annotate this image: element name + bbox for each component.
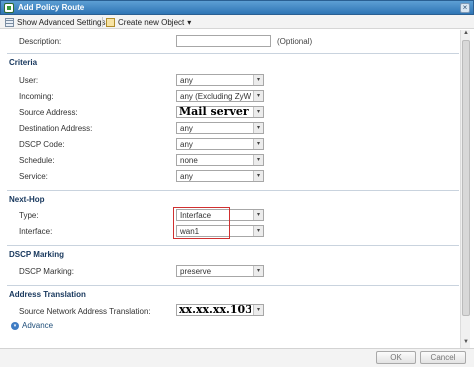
toolbar-divider (102, 17, 103, 27)
chevron-down-icon: ▾ (187, 17, 192, 27)
scroll-up-icon[interactable]: ▲ (461, 30, 471, 39)
service-label: Service: (19, 172, 48, 181)
user-value: any (180, 76, 193, 85)
dscp-code-select[interactable]: any ▾ (176, 138, 264, 150)
schedule-select[interactable]: none ▾ (176, 154, 264, 166)
chevron-down-icon: ▾ (253, 91, 263, 101)
dscp-marking-divider (7, 245, 459, 246)
advance-label: Advance (22, 321, 54, 330)
snat-label: Source Network Address Translation: (19, 307, 151, 316)
show-advanced-settings-label: Show Advanced Settings (17, 17, 106, 27)
create-new-object-label: Create new Object (118, 17, 185, 27)
expand-icon: ▾ (11, 321, 19, 330)
dscp-marking-select[interactable]: preserve ▾ (176, 265, 264, 277)
chevron-down-icon: ▾ (253, 266, 263, 276)
chevron-down-icon: ▾ (253, 139, 263, 149)
user-label: User: (19, 76, 39, 85)
dscp-marking-section-title: DSCP Marking (9, 250, 64, 259)
settings-list-icon (5, 17, 14, 27)
next-hop-section-title: Next-Hop (9, 195, 45, 204)
dscp-code-label: DSCP Code: (19, 140, 65, 149)
incoming-label: Incoming: (19, 92, 54, 101)
create-new-object-button[interactable]: Create new Object ▾ (106, 16, 191, 28)
window-title: Add Policy Route (18, 3, 85, 12)
description-hint: (Optional) (277, 37, 313, 46)
form-content: Description: (Optional) Criteria User: a… (7, 30, 459, 348)
source-address-label: Source Address: (19, 108, 78, 117)
snat-value: xx.xx.xx.103 (179, 303, 251, 316)
schedule-value: none (180, 156, 198, 165)
source-address-value: Mail server IP (179, 105, 251, 118)
chevron-down-icon: ▾ (253, 155, 263, 165)
criteria-divider (7, 53, 459, 54)
destination-address-select[interactable]: any ▾ (176, 122, 264, 134)
next-hop-highlight-box (173, 207, 230, 239)
show-advanced-settings-button[interactable]: Show Advanced Settings (5, 16, 106, 28)
dialog-footer: OK Cancel (0, 348, 474, 367)
type-label: Type: (19, 211, 39, 220)
destination-address-label: Destination Address: (19, 124, 93, 133)
service-value: any (180, 172, 193, 181)
chevron-down-icon: ▾ (253, 305, 263, 315)
new-object-icon (106, 17, 115, 27)
toolbar: Show Advanced Settings Create new Object… (0, 15, 474, 29)
description-label: Description: (19, 37, 62, 46)
close-icon[interactable]: × (460, 3, 470, 13)
snat-select[interactable]: xx.xx.xx.103 ▾ (176, 303, 264, 316)
address-translation-divider (7, 285, 459, 286)
destination-address-value: any (180, 124, 193, 133)
incoming-select[interactable]: any (Excluding ZyWALL) ▾ (176, 90, 264, 102)
title-bar: Add Policy Route × (0, 0, 474, 15)
advance-toggle[interactable]: ▾ Advance (11, 321, 53, 330)
ok-button[interactable]: OK (376, 351, 416, 364)
vertical-scrollbar[interactable]: ▲ ▼ (460, 30, 470, 348)
chevron-down-icon: ▾ (253, 171, 263, 181)
chevron-down-icon: ▾ (253, 75, 263, 85)
user-select[interactable]: any ▾ (176, 74, 264, 86)
source-address-select[interactable]: Mail server IP ▾ (176, 105, 264, 118)
interface-label: Interface: (19, 227, 53, 236)
criteria-section-title: Criteria (9, 58, 38, 67)
service-select[interactable]: any ▾ (176, 170, 264, 182)
chevron-down-icon: ▾ (253, 210, 263, 220)
description-input[interactable] (176, 35, 271, 47)
app-icon (4, 3, 14, 13)
incoming-value: any (Excluding ZyWALL) (180, 92, 251, 101)
scroll-down-icon[interactable]: ▼ (461, 339, 471, 348)
scroll-thumb[interactable] (462, 40, 470, 316)
address-translation-section-title: Address Translation (9, 290, 86, 299)
chevron-down-icon: ▾ (253, 123, 263, 133)
dscp-marking-value: preserve (180, 267, 212, 276)
chevron-down-icon: ▾ (253, 107, 263, 117)
dscp-code-value: any (180, 140, 193, 149)
next-hop-divider (7, 190, 459, 191)
chevron-down-icon: ▾ (253, 226, 263, 236)
cancel-button[interactable]: Cancel (420, 351, 466, 364)
schedule-label: Schedule: (19, 156, 55, 165)
dscp-marking-label: DSCP Marking: (19, 267, 74, 276)
